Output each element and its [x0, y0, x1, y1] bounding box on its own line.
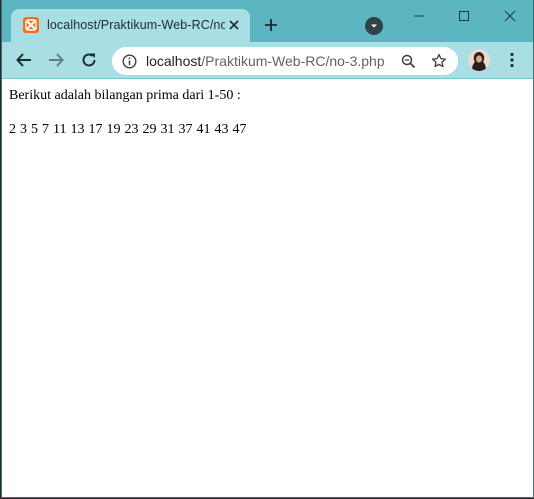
kebab-menu-icon[interactable] [502, 50, 522, 70]
prime-number: 41 [196, 122, 211, 137]
prime-number: 37 [178, 122, 193, 137]
xampp-icon [23, 17, 39, 33]
tab-strip: localhost/Praktikum-Web-RC/no-3.php [2, 0, 533, 42]
prime-number: 13 [70, 122, 85, 137]
url-text[interactable]: localhost/Praktikum-Web-RC/no-3.php [146, 53, 385, 69]
tab-active[interactable]: localhost/Praktikum-Web-RC/no-3.php [11, 9, 250, 42]
page-heading: Berikut adalah bilangan prima dari 1-50 … [9, 88, 241, 103]
arrow-left-icon[interactable] [12, 48, 36, 72]
prime-number: 31 [160, 122, 175, 137]
prime-number: 29 [142, 122, 157, 137]
prime-number: 23 [124, 122, 139, 137]
address-bar[interactable]: localhost/Praktikum-Web-RC/no-3.php [112, 47, 458, 75]
maximize-icon[interactable] [442, 0, 486, 32]
url-path: /Praktikum-Web-RC/no-3.php [201, 53, 385, 69]
zoom-icon[interactable] [399, 52, 417, 70]
arrow-right-icon[interactable] [44, 48, 68, 72]
prime-number: 7 [42, 122, 49, 137]
avatar[interactable] [468, 49, 490, 71]
prime-number: 17 [88, 122, 103, 137]
close-icon[interactable] [226, 17, 242, 33]
minimize-icon[interactable] [397, 0, 441, 32]
window-close-icon[interactable] [488, 0, 532, 32]
chevron-down-icon[interactable] [365, 17, 383, 35]
prime-number: 47 [232, 122, 247, 137]
prime-number: 19 [106, 122, 121, 137]
tab-title: localhost/Praktikum-Web-RC/no-3.php [47, 18, 225, 32]
prime-number: 11 [53, 122, 67, 137]
plus-icon[interactable] [261, 15, 281, 35]
prime-number: 3 [20, 122, 27, 137]
url-host: localhost [146, 53, 202, 69]
browser-window: localhost/Praktikum-Web-RC/no-3.php [1, 0, 534, 498]
prime-list: 2 3 5 7 11 13 17 19 23 29 31 37 41 43 47 [9, 122, 250, 138]
toolbar: localhost/Praktikum-Web-RC/no-3.php [2, 42, 533, 79]
star-icon[interactable] [430, 52, 448, 70]
reload-icon[interactable] [77, 48, 101, 72]
page-content: Berikut adalah bilangan prima dari 1-50 … [2, 79, 533, 497]
prime-number: 43 [214, 122, 229, 137]
prime-number: 2 [9, 122, 16, 137]
prime-number: 5 [31, 122, 38, 137]
info-icon[interactable] [121, 53, 137, 69]
